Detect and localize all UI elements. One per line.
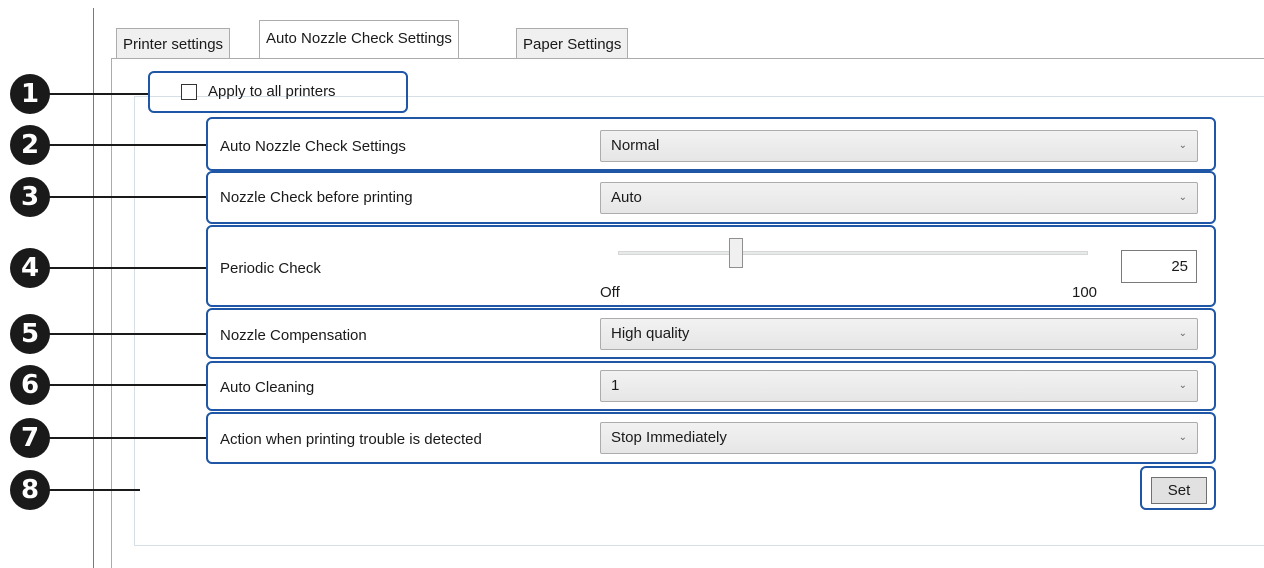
trouble-action-label: Action when printing trouble is detected xyxy=(220,431,482,448)
nozzle-compensation-value: High quality xyxy=(611,325,690,342)
callout-badge-5: 5 xyxy=(10,314,50,354)
auto-nozzle-check-label: Auto Nozzle Check Settings xyxy=(220,138,406,155)
apply-all-label: Apply to all printers xyxy=(208,83,336,100)
callout-frame-4 xyxy=(206,225,1216,307)
callout-badge-3: 3 xyxy=(10,177,50,217)
callout-leader-7 xyxy=(48,437,208,439)
nozzle-check-before-printing-value: Auto xyxy=(611,189,642,206)
callout-badge-4: 4 xyxy=(10,248,50,288)
tab-printer-settings[interactable]: Printer settings xyxy=(116,28,231,60)
tab-auto-nozzle-check-settings[interactable]: Auto Nozzle Check Settings xyxy=(259,20,459,58)
auto-cleaning-value: 1 xyxy=(611,377,620,394)
callout-badge-7: 7 xyxy=(10,418,50,458)
tab-paper-settings[interactable]: Paper Settings xyxy=(516,28,629,60)
auto-cleaning-label: Auto Cleaning xyxy=(220,379,315,396)
auto-nozzle-check-value: Normal xyxy=(611,137,660,154)
callout-leader-6 xyxy=(48,384,208,386)
callout-badge-1: 1 xyxy=(10,74,50,114)
nozzle-check-before-printing-select[interactable]: Auto ⌄ xyxy=(600,182,1198,214)
nozzle-compensation-label: Nozzle Compensation xyxy=(220,327,367,344)
chevron-down-icon: ⌄ xyxy=(1178,192,1187,203)
callout-badge-8: 8 xyxy=(10,470,50,510)
callout-leader-5 xyxy=(48,333,208,335)
periodic-check-slider-track[interactable] xyxy=(618,251,1088,255)
callout-leader-4 xyxy=(48,267,208,269)
trouble-action-select[interactable]: Stop Immediately ⌄ xyxy=(600,422,1198,454)
left-divider xyxy=(93,8,94,568)
chevron-down-icon: ⌄ xyxy=(1178,140,1187,151)
chevron-down-icon: ⌄ xyxy=(1178,380,1187,391)
callout-badge-6: 6 xyxy=(10,365,50,405)
callout-leader-1 xyxy=(48,93,148,95)
auto-cleaning-select[interactable]: 1 ⌄ xyxy=(600,370,1198,402)
callout-badge-2: 2 xyxy=(10,125,50,165)
periodic-check-max-label: 100 xyxy=(1072,284,1098,301)
callout-leader-3 xyxy=(48,196,208,198)
nozzle-check-before-printing-label: Nozzle Check before printing xyxy=(220,189,413,206)
auto-nozzle-check-select[interactable]: Normal ⌄ xyxy=(600,130,1198,162)
chevron-down-icon: ⌄ xyxy=(1178,328,1187,339)
callout-leader-2 xyxy=(48,144,208,146)
periodic-check-input[interactable]: 25 xyxy=(1121,250,1197,283)
apply-all-checkbox[interactable] xyxy=(181,84,197,100)
set-button[interactable]: Set xyxy=(1151,477,1207,504)
chevron-down-icon: ⌄ xyxy=(1178,432,1187,443)
periodic-check-min-label: Off xyxy=(600,284,620,301)
nozzle-compensation-select[interactable]: High quality ⌄ xyxy=(600,318,1198,350)
callout-leader-8 xyxy=(48,489,140,491)
periodic-check-label: Periodic Check xyxy=(220,260,321,277)
trouble-action-value: Stop Immediately xyxy=(611,429,727,446)
periodic-check-slider-thumb[interactable] xyxy=(729,238,743,268)
